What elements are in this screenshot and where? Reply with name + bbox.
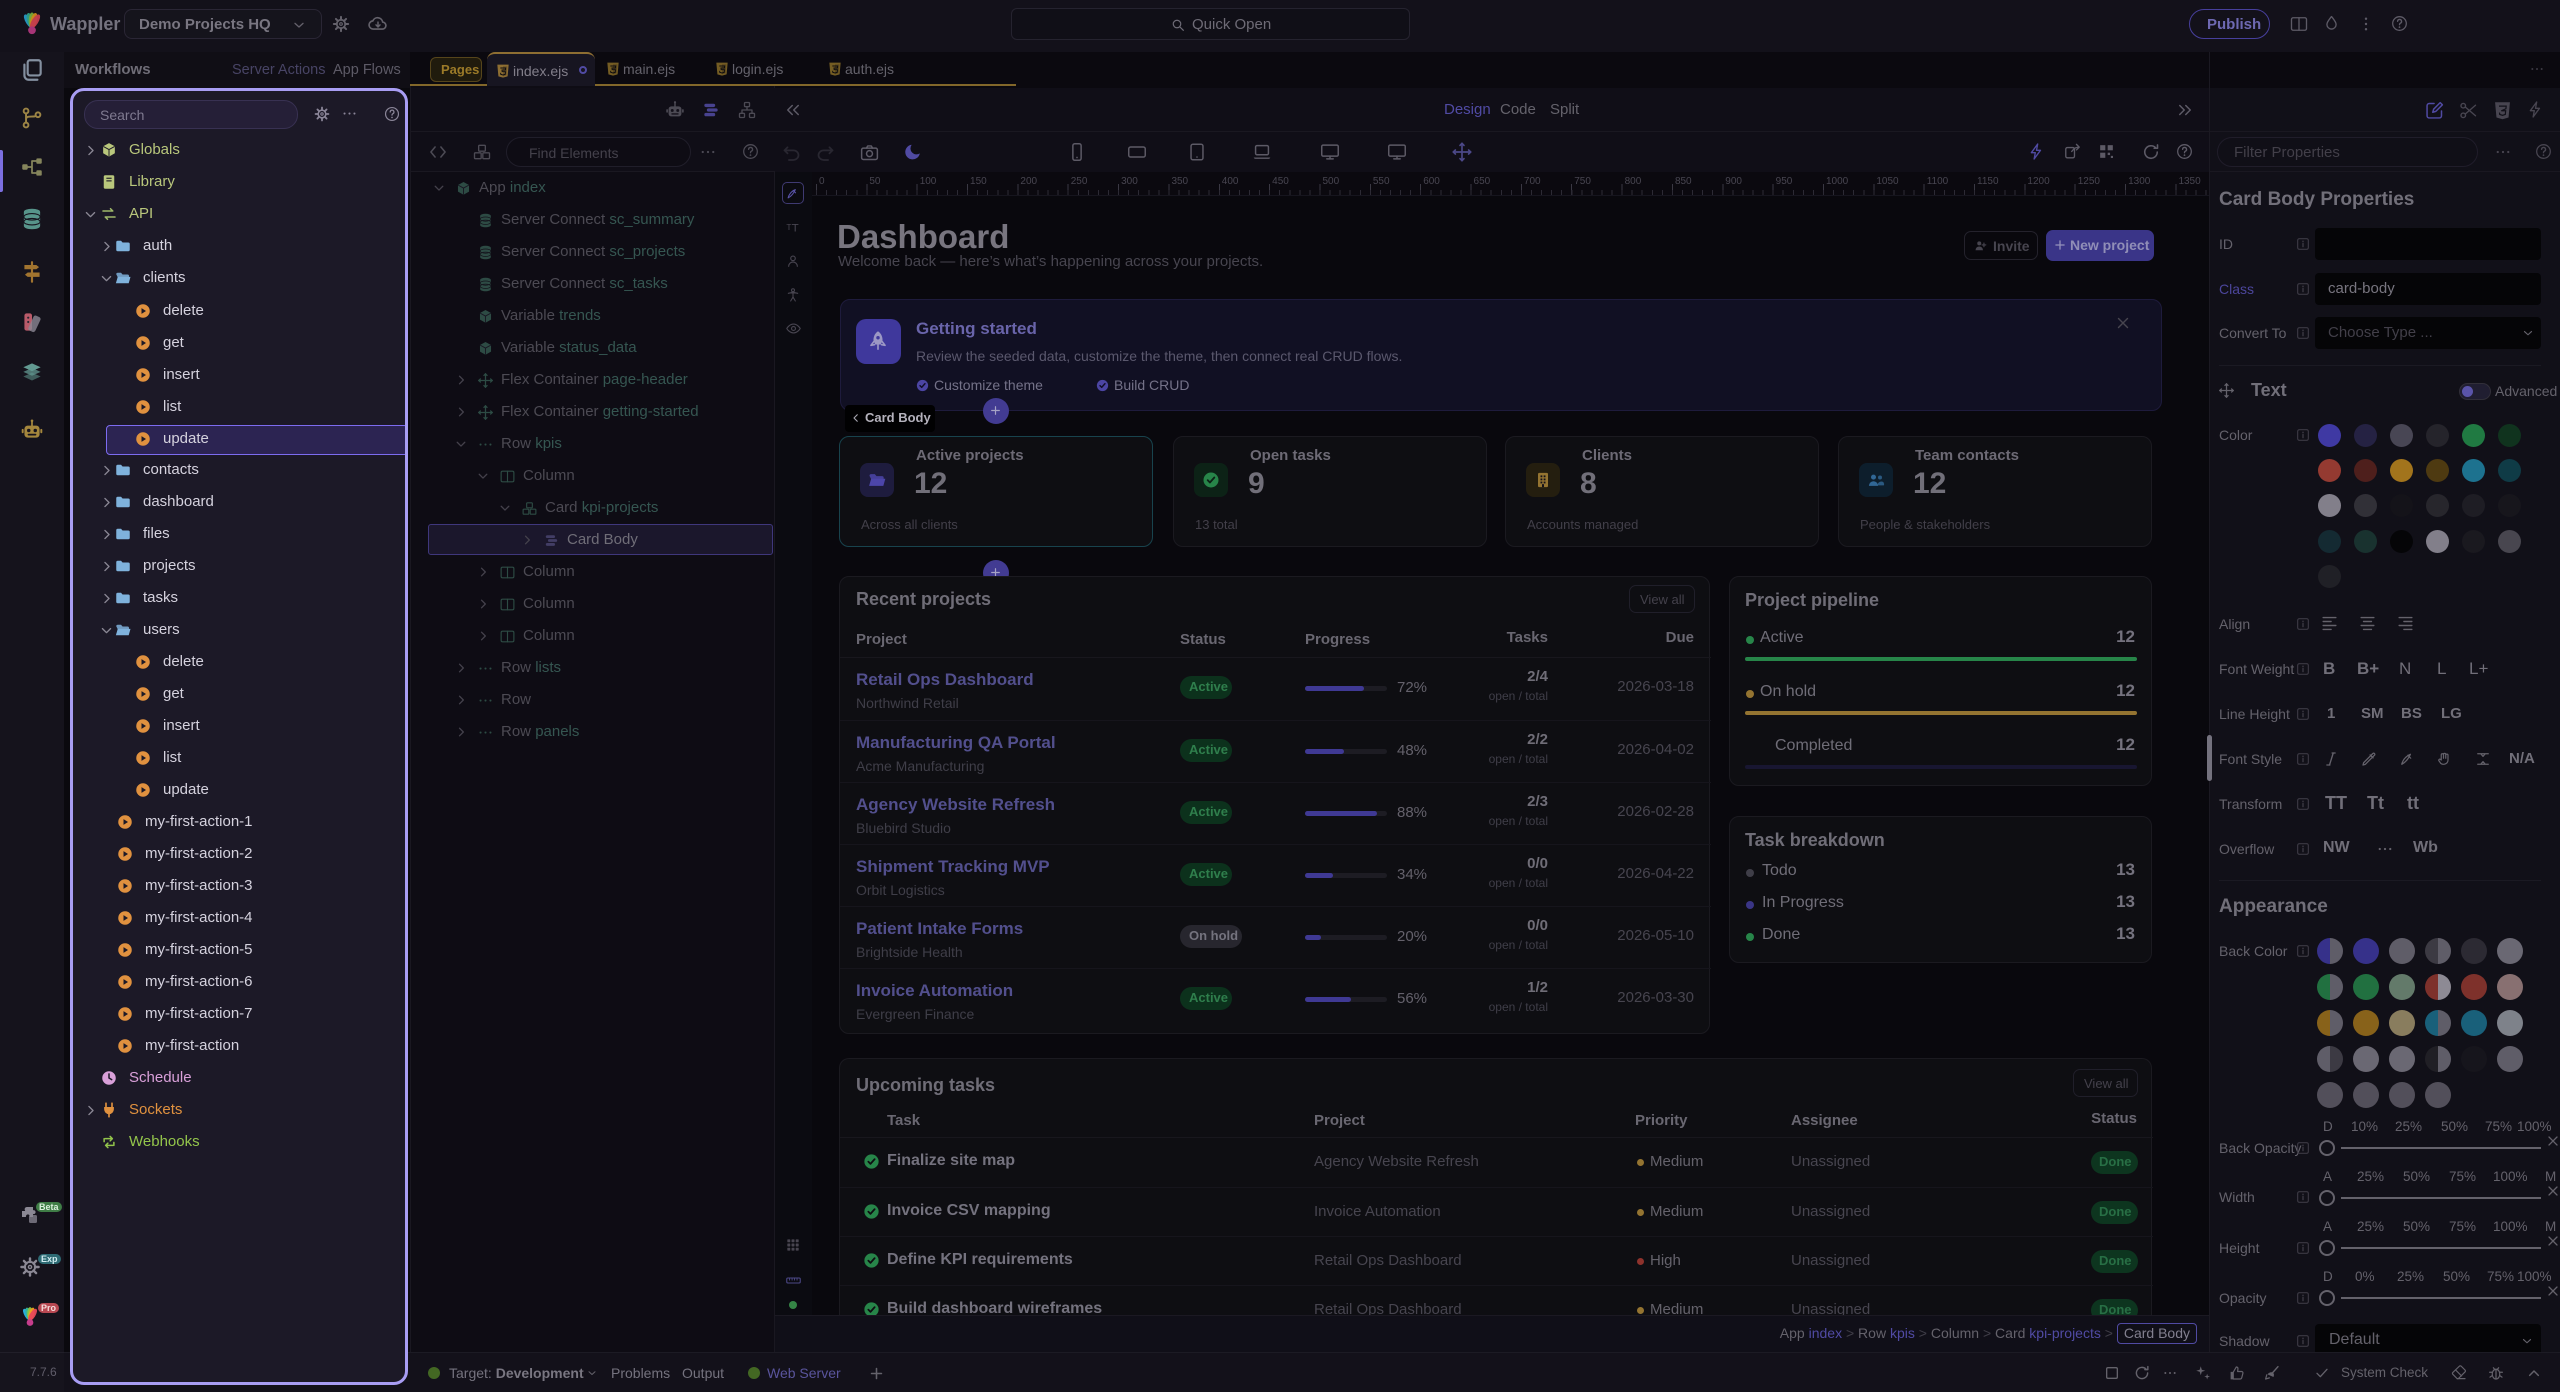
svg-text:T: T: [786, 222, 791, 232]
svg-text:T: T: [792, 222, 799, 234]
